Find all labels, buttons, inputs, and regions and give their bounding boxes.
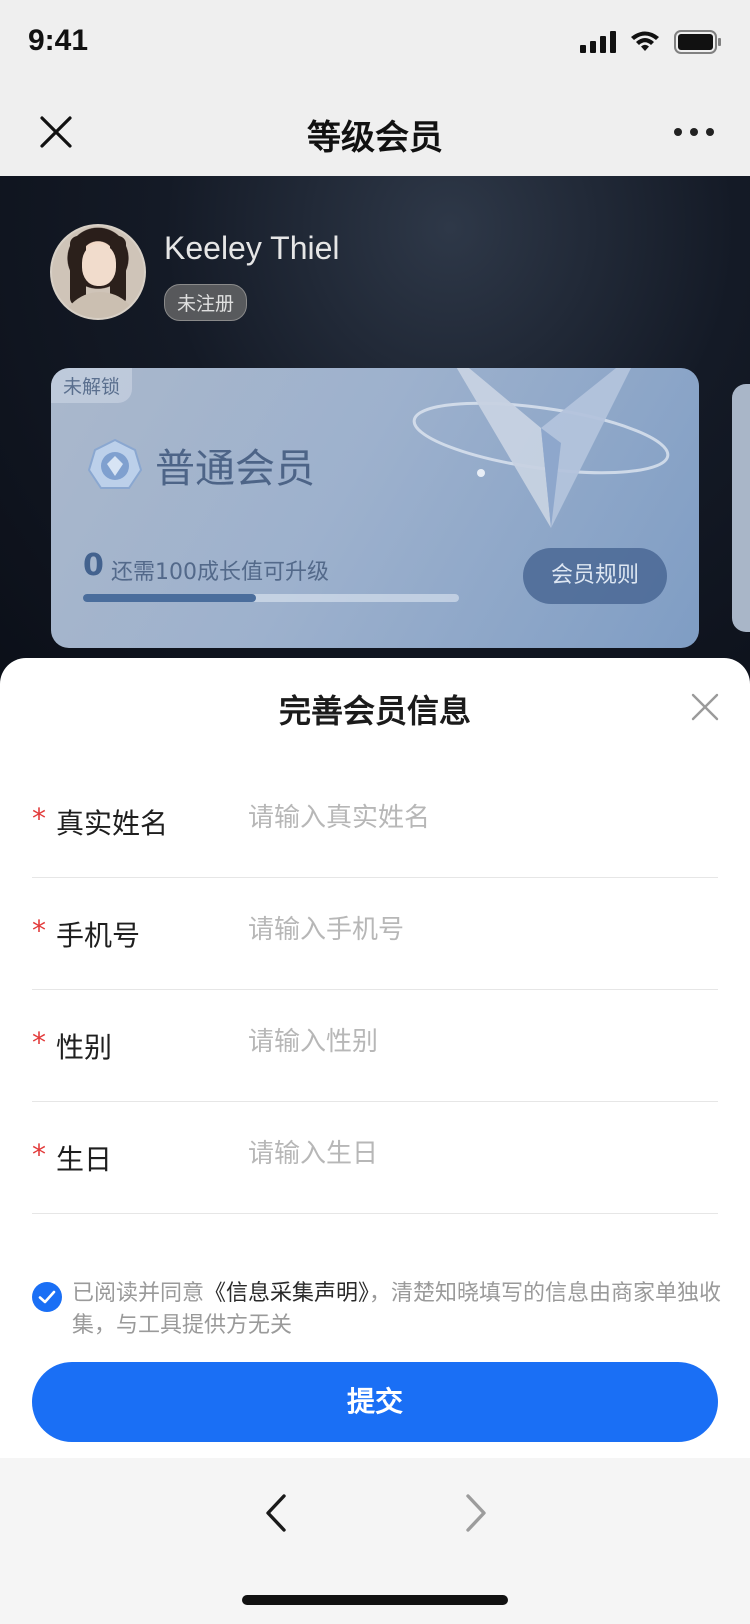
member-rules-button[interactable]: 会员规则 xyxy=(523,548,667,604)
agreement-checkbox[interactable] xyxy=(32,1282,62,1312)
field-label: 真实姓名 xyxy=(56,807,169,840)
wifi-icon xyxy=(631,31,659,51)
user-name: Keeley Thiel xyxy=(164,230,340,266)
home-indicator xyxy=(242,1595,508,1605)
field-birthday: * 生日 xyxy=(32,1102,718,1214)
level-badge-icon xyxy=(87,438,143,489)
status-time: 9:41 xyxy=(28,24,89,57)
check-icon xyxy=(38,1290,56,1304)
more-icon[interactable] xyxy=(674,128,714,136)
status-bar: 9:41 xyxy=(0,0,750,88)
sheet-title: 完善会员信息 xyxy=(278,692,471,730)
field-label: 生日 xyxy=(56,1143,113,1176)
next-card-peek[interactable] xyxy=(732,384,750,632)
battery-icon xyxy=(674,30,721,54)
required-mark: * xyxy=(32,1138,46,1171)
birthday-input[interactable] xyxy=(248,1132,708,1176)
real-name-input[interactable] xyxy=(248,796,708,840)
privacy-statement-link[interactable]: 《信息采集声明》 xyxy=(204,1281,369,1306)
required-mark: * xyxy=(32,802,46,835)
status-badge: 未注册 xyxy=(164,284,248,321)
membership-card[interactable]: 未解锁 普通会员 0 还需100成长值可升级 会员规则 xyxy=(51,368,699,648)
member-info-sheet: 完善会员信息 * 真实姓名 * 手机号 * 性别 * 生日 已阅读并同意《信息采… xyxy=(0,658,750,1458)
lock-badge: 未解锁 xyxy=(51,368,133,403)
agreement-prefix: 已阅读并同意 xyxy=(72,1281,205,1306)
phone-input[interactable] xyxy=(248,908,708,952)
page-title: 等级会员 xyxy=(307,118,443,158)
agreement-text: 已阅读并同意《信息采集声明》，清楚知晓填写的信息由商家单独收集，与工具提供方无关 xyxy=(72,1278,722,1342)
required-mark: * xyxy=(32,1026,46,1059)
status-icons xyxy=(580,30,722,54)
growth-value: 0 xyxy=(83,548,104,583)
level-name: 普通会员 xyxy=(155,446,315,492)
field-phone: * 手机号 xyxy=(32,878,718,990)
nav-bar: 等级会员 xyxy=(0,88,750,176)
signal-icon xyxy=(580,31,616,53)
field-label: 手机号 xyxy=(56,919,141,952)
back-icon[interactable] xyxy=(256,1488,296,1538)
field-real-name: * 真实姓名 xyxy=(32,766,718,878)
member-hero: Keeley Thiel 未注册 未解锁 普通会员 0 还需100成长值可升级 … xyxy=(0,176,750,696)
browser-toolbar xyxy=(0,1458,750,1624)
field-gender: * 性别 xyxy=(32,990,718,1102)
growth-progress-fill xyxy=(83,594,256,602)
close-icon[interactable] xyxy=(690,692,720,722)
upgrade-hint: 还需100成长值可升级 xyxy=(111,560,329,585)
gender-input[interactable] xyxy=(248,1020,708,1064)
paper-plane-icon xyxy=(412,368,670,528)
field-label: 性别 xyxy=(56,1031,113,1064)
avatar[interactable] xyxy=(50,224,146,320)
growth-progress-bar xyxy=(83,594,459,602)
submit-button[interactable]: 提交 xyxy=(32,1362,718,1442)
forward-icon[interactable] xyxy=(456,1488,496,1538)
required-mark: * xyxy=(32,914,46,947)
